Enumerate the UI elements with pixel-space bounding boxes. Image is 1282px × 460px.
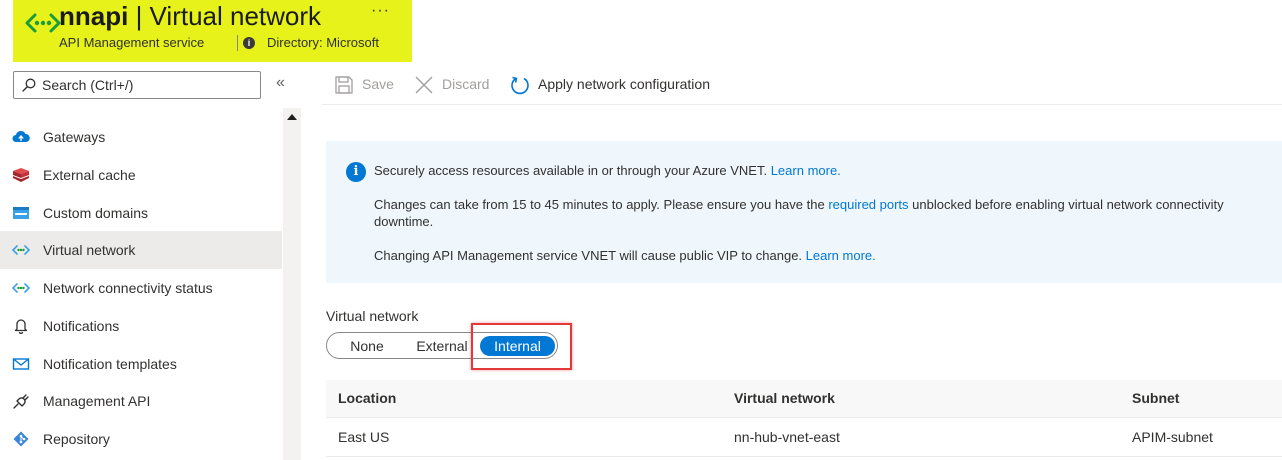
sidebar-item-label: Virtual network — [43, 242, 136, 258]
apply-label: Apply network configuration — [538, 76, 710, 92]
banner-line-2: Changes can take from 15 to 45 minutes t… — [374, 197, 1224, 213]
mail-icon — [12, 358, 30, 370]
plug-icon — [13, 394, 29, 409]
discard-label: Discard — [442, 76, 490, 92]
cloud-icon — [12, 130, 30, 142]
column-header-subnet: Subnet — [1132, 390, 1180, 406]
search-icon — [22, 78, 36, 92]
sidebar-item-label: Notifications — [43, 318, 120, 334]
sidebar-item-custom-domains[interactable]: Custom domains — [0, 194, 282, 232]
directory-label: Directory: Microsoft — [267, 35, 379, 50]
virtual-network-label: Virtual network — [326, 308, 419, 324]
www-icon — [13, 207, 29, 219]
sidebar: Gateways External cache Custom domains V… — [0, 118, 282, 460]
sidebar-item-repository[interactable]: Repository — [0, 420, 282, 458]
sidebar-item-label: Gateways — [43, 129, 106, 145]
sidebar-item-notification-templates[interactable]: Notification templates — [0, 345, 282, 383]
resource-name: nnapi — [59, 1, 129, 31]
banner-text: Securely access resources available in o… — [374, 163, 771, 178]
banner-text: unblocked before enabling virtual networ… — [908, 197, 1224, 212]
sidebar-scrollbar[interactable] — [283, 108, 301, 460]
git-icon — [13, 431, 29, 447]
more-options-button[interactable]: ··· — [371, 2, 390, 20]
search-box[interactable] — [13, 71, 261, 99]
title-separator: | — [128, 1, 150, 31]
cell-subnet: APIM-subnet — [1132, 429, 1213, 445]
close-icon — [415, 76, 433, 94]
learn-more-link[interactable]: Learn more. — [806, 248, 876, 263]
table-row[interactable]: East US nn-hub-vnet-east APIM-subnet — [326, 419, 1282, 457]
save-icon — [335, 76, 353, 94]
sidebar-item-management-api[interactable]: Management API — [0, 382, 282, 420]
sidebar-item-label: Notification templates — [43, 356, 177, 372]
info-icon: i — [346, 162, 366, 182]
banner-text: Changes can take from 15 to 45 minutes t… — [374, 197, 829, 212]
cell-virtual-network: nn-hub-vnet-east — [734, 429, 840, 445]
cache-icon — [13, 168, 29, 182]
vnet-icon — [12, 245, 30, 255]
sidebar-item-external-cache[interactable]: External cache — [0, 156, 282, 194]
callout-box — [471, 323, 572, 370]
vnet-icon — [12, 283, 30, 293]
sidebar-item-notifications[interactable]: Notifications — [0, 307, 282, 345]
learn-more-link[interactable]: Learn more. — [771, 163, 841, 178]
option-none[interactable]: None — [337, 336, 397, 356]
header-divider — [237, 35, 238, 51]
sidebar-item-label: Repository — [43, 431, 110, 447]
toolbar-divider — [322, 104, 1282, 105]
banner-line-3: downtime. — [374, 214, 434, 229]
info-banner: i Securely access resources available in… — [326, 141, 1282, 283]
scroll-up-arrow-icon[interactable] — [287, 114, 297, 120]
bell-icon — [14, 319, 28, 334]
info-icon: i — [243, 37, 255, 49]
sidebar-item-label: Custom domains — [43, 205, 149, 221]
sidebar-item-network-connectivity-status[interactable]: Network connectivity status — [0, 269, 282, 307]
save-label: Save — [362, 76, 394, 92]
sidebar-item-label: External cache — [43, 167, 136, 183]
search-input[interactable] — [42, 75, 252, 95]
sidebar-item-virtual-network[interactable]: Virtual network — [0, 231, 282, 269]
vnet-icon — [25, 13, 61, 33]
required-ports-link[interactable]: required ports — [828, 197, 908, 212]
resource-header: nnapi | Virtual network ··· API Manageme… — [13, 0, 412, 62]
sidebar-item-gateways[interactable]: Gateways — [0, 118, 282, 156]
sidebar-item-label: Network connectivity status — [43, 280, 213, 296]
banner-line-1: Securely access resources available in o… — [374, 163, 841, 179]
banner-line-4: Changing API Management service VNET wil… — [374, 248, 876, 264]
resource-type: API Management service — [59, 35, 205, 50]
table-header: Location Virtual network Subnet — [326, 380, 1282, 418]
sidebar-item-label: Management API — [43, 393, 151, 409]
cell-location: East US — [338, 429, 390, 445]
banner-text: Changing API Management service VNET wil… — [374, 248, 806, 263]
refresh-icon — [511, 76, 529, 95]
page-name: Virtual network — [149, 1, 322, 31]
column-header-virtual-network: Virtual network — [734, 390, 835, 406]
page-title: nnapi | Virtual network — [59, 0, 321, 32]
option-external[interactable]: External — [407, 336, 477, 356]
collapse-sidebar-button[interactable]: « — [276, 74, 285, 92]
column-header-location: Location — [338, 390, 397, 406]
